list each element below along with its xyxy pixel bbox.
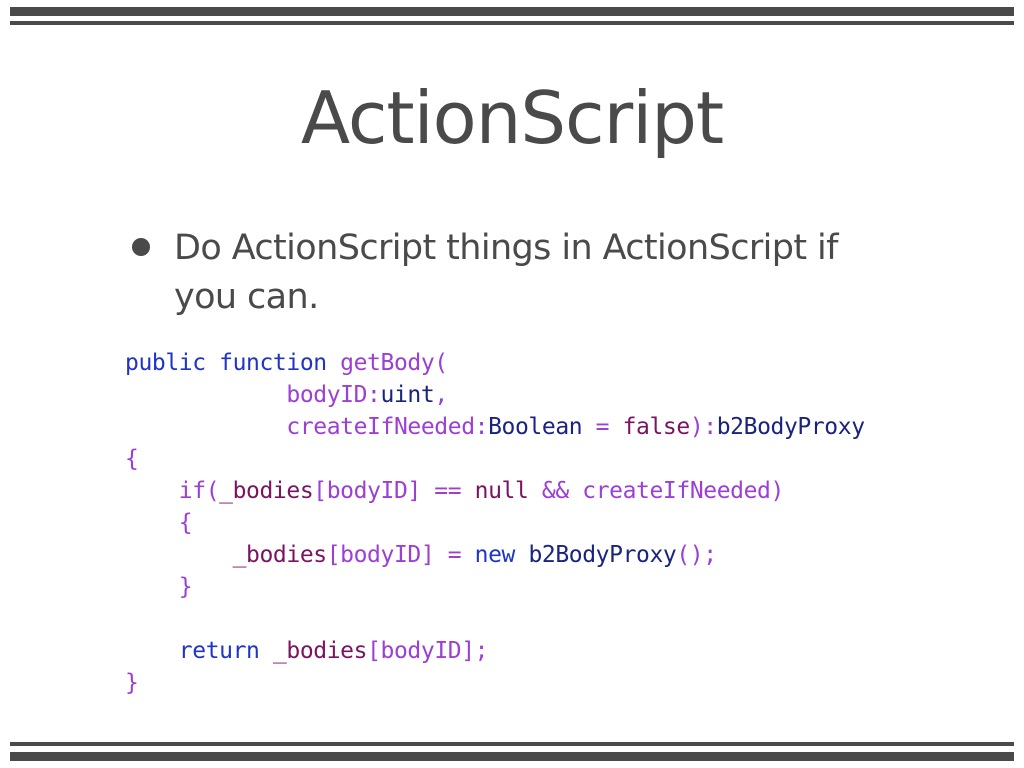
- code-token: _bodies: [232, 542, 328, 568]
- code-token: _bodies: [219, 478, 314, 504]
- code-token: {: [178, 510, 193, 536]
- code-token: [bodyID] ==: [313, 478, 475, 504]
- code-token: }: [178, 574, 193, 600]
- code-token: new: [474, 542, 529, 568]
- code-token: ):: [689, 414, 717, 440]
- code-line-4: {: [125, 443, 865, 475]
- code-token: public function: [125, 350, 341, 376]
- code-token: createIfNeeded:: [286, 414, 489, 440]
- code-token: [bodyID] =: [326, 542, 475, 568]
- code-token: getBody(: [340, 350, 448, 376]
- code-line-6: {: [125, 507, 865, 539]
- bullet-text: Do ActionScript things in ActionScript i…: [174, 228, 838, 317]
- code-line-10: return _bodies[bodyID];: [125, 635, 865, 667]
- top-rule-thin: [10, 21, 1014, 25]
- code-token: if(: [178, 478, 220, 504]
- code-token: null: [474, 478, 529, 504]
- code-line-3: createIfNeeded:Boolean = false):b2BodyPr…: [125, 411, 865, 443]
- code-token: }: [125, 670, 139, 696]
- code-token: return: [178, 638, 273, 664]
- code-token: =: [582, 414, 623, 440]
- code-token: _bodies: [272, 638, 368, 664]
- code-line-1: public function getBody(: [125, 347, 865, 379]
- code-token: uint: [380, 382, 435, 408]
- code-line-11: }: [125, 667, 865, 699]
- slide-title: ActionScript: [300, 76, 724, 160]
- bullet-dot-icon: [132, 238, 150, 256]
- code-line-5: if(_bodies[bodyID] == null && createIfNe…: [125, 475, 865, 507]
- code-line-8: }: [125, 571, 865, 603]
- code-line-7: _bodies[bodyID] = new b2BodyProxy();: [125, 539, 865, 571]
- code-line-2: bodyID:uint,: [125, 379, 865, 411]
- code-token: && createIfNeeded): [528, 478, 784, 504]
- bottom-rule-thin: [10, 742, 1014, 746]
- top-rule-thick: [10, 7, 1014, 16]
- code-token: ,: [434, 382, 448, 408]
- code-token: b2BodyProxy: [528, 542, 677, 568]
- bottom-rule-thick: [10, 752, 1014, 761]
- code-token: false: [622, 414, 691, 440]
- code-token: [bodyID];: [367, 638, 489, 664]
- code-block: public function getBody( bodyID:uint, cr…: [125, 347, 865, 699]
- code-token: b2BodyProxy: [716, 414, 865, 440]
- code-token: Boolean: [488, 414, 583, 440]
- code-token: {: [125, 446, 139, 472]
- code-token: bodyID:: [286, 382, 381, 408]
- code-token: ();: [676, 542, 717, 568]
